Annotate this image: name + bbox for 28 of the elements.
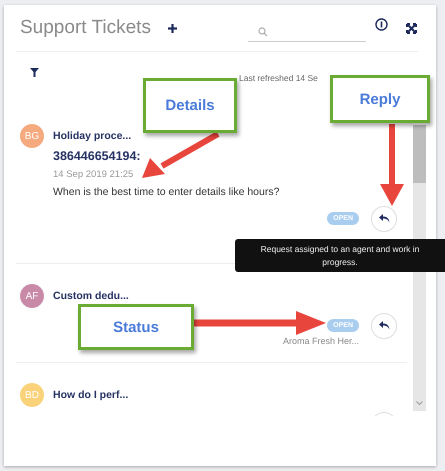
ticket-question: When is the best time to enter details like hours? [53,186,280,198]
avatar: BD [20,383,44,407]
callout-label: Details [143,78,237,133]
expand-icon[interactable] [406,22,417,34]
avatar: BG [20,124,44,148]
tooltip-text: progress. [322,257,358,267]
callout-label: Status [78,304,194,350]
ticket-title[interactable]: Custom dedu... [53,290,129,302]
last-refreshed-text: Last refreshed 14 Se [239,73,318,83]
filter-icon[interactable] [30,68,39,76]
avatar: AF [20,284,44,308]
ticket-title[interactable]: How do I perf... [53,389,128,401]
callout-label: Reply [330,75,430,123]
company-name: Aroma Fresh Her... [282,336,359,346]
search-icon [258,27,268,37]
reply-button[interactable] [371,206,397,232]
search-field[interactable] [248,24,366,42]
plus-icon[interactable] [166,22,178,34]
reply-icon [378,214,390,224]
ticket-number: 386446654194: [53,149,142,163]
reply-icon [378,321,390,331]
panel-title: Support Tickets [20,17,151,39]
ticket-title[interactable]: Holiday proce... [53,130,280,142]
scrollbar-thumb[interactable] [413,125,426,183]
ticket-date: 14 Sep 2019 21:25 [53,169,134,180]
info-icon[interactable] [374,18,388,30]
reply-button[interactable] [371,313,397,339]
tooltip-text: Request assigned to an agent and work in [260,244,420,254]
